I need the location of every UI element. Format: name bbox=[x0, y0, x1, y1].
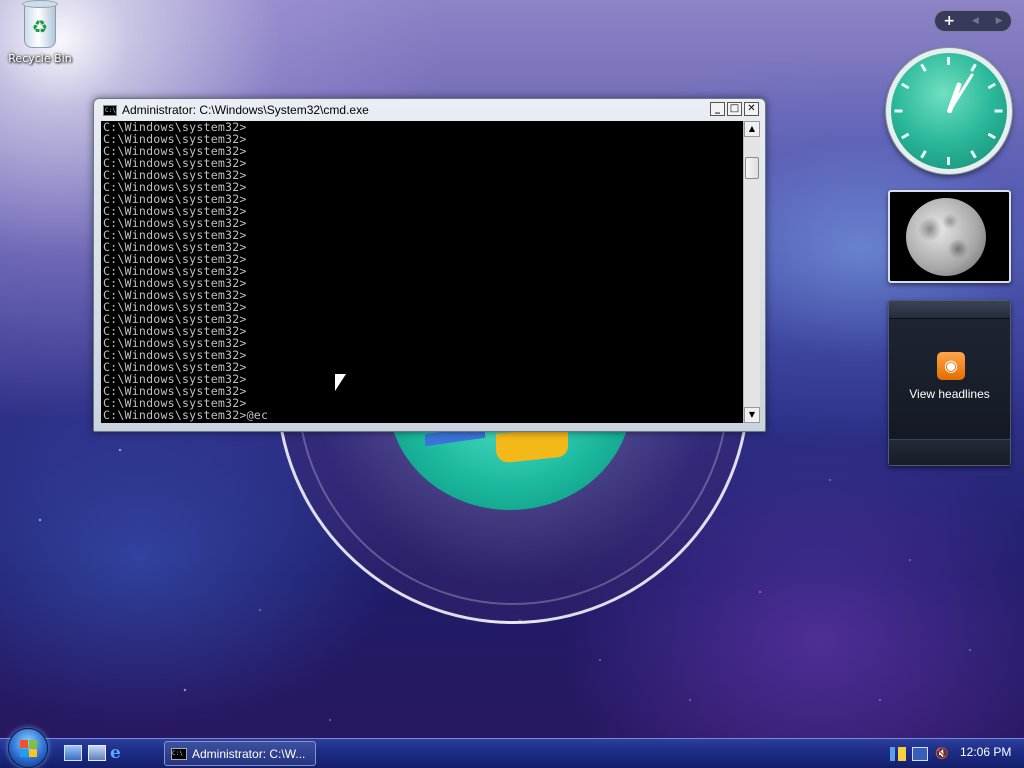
view-headlines-label[interactable]: View headlines bbox=[889, 387, 1010, 401]
volume-muted-icon[interactable]: 🔇 bbox=[934, 747, 950, 761]
scroll-thumb[interactable] bbox=[745, 157, 759, 179]
taskbar-cmd-button[interactable]: C:\ Administrator: C:\W... bbox=[164, 741, 316, 766]
taskbar-clock[interactable]: 12:06 PM bbox=[960, 745, 1011, 759]
system-tray: 🔇 bbox=[890, 741, 950, 767]
recycle-bin-icon bbox=[22, 0, 58, 48]
show-desktop-icon[interactable] bbox=[64, 745, 82, 761]
internet-explorer-icon[interactable]: e bbox=[110, 745, 128, 762]
scroll-up-button[interactable]: ▲ bbox=[744, 121, 760, 137]
console-lines: C:\Windows\system32> C:\Windows\system32>… bbox=[101, 121, 743, 421]
console-input-line: C:\Windows\system32>@ec bbox=[103, 408, 269, 422]
scroll-down-button[interactable]: ▼ bbox=[744, 407, 760, 423]
windows-defender-icon[interactable] bbox=[890, 747, 906, 761]
console-output[interactable]: C:\Windows\system32> C:\Windows\system32>… bbox=[101, 121, 743, 423]
rss-icon: ◉ bbox=[937, 352, 965, 380]
taskbar bbox=[0, 738, 1024, 768]
cmd-window[interactable]: C:\ Administrator: C:\Windows\System32\c… bbox=[93, 98, 766, 432]
minimize-button[interactable]: _ bbox=[710, 102, 725, 116]
next-gadget-page-icon[interactable]: ▶ bbox=[996, 16, 1003, 26]
previous-gadget-page-icon[interactable]: ◀ bbox=[972, 16, 979, 26]
clock-gadget[interactable] bbox=[886, 48, 1012, 174]
recycle-bin-label: Recycle Bin bbox=[8, 52, 72, 65]
maximize-button[interactable]: □ bbox=[727, 102, 742, 116]
slideshow-gadget[interactable] bbox=[888, 190, 1011, 283]
mouse-cursor bbox=[335, 374, 346, 391]
console-scrollbar[interactable]: ▲ ▼ bbox=[743, 121, 760, 423]
windows-logo-icon bbox=[20, 740, 38, 758]
taskbar-cmd-label: Administrator: C:\W... bbox=[192, 746, 306, 761]
cmd-window-title: Administrator: C:\Windows\System32\cmd.e… bbox=[122, 103, 369, 117]
add-gadget-button[interactable]: + bbox=[943, 13, 955, 29]
network-icon[interactable] bbox=[912, 747, 928, 761]
sidebar-controls[interactable]: + ◀ ▶ bbox=[934, 10, 1012, 32]
feed-headlines-gadget[interactable]: ◉ View headlines bbox=[888, 300, 1011, 466]
moon-photo-icon bbox=[906, 198, 986, 276]
start-button[interactable] bbox=[8, 728, 48, 768]
switch-windows-icon[interactable] bbox=[88, 745, 106, 761]
cmd-taskbar-icon: C:\ bbox=[171, 747, 187, 760]
close-button[interactable]: ✕ bbox=[744, 102, 759, 116]
cmd-app-icon: C:\ bbox=[103, 104, 117, 116]
clock-minute-hand bbox=[947, 72, 975, 114]
recycle-bin-desktop-icon[interactable]: Recycle Bin bbox=[6, 0, 74, 65]
cmd-titlebar[interactable]: C:\ Administrator: C:\Windows\System32\c… bbox=[94, 99, 765, 121]
